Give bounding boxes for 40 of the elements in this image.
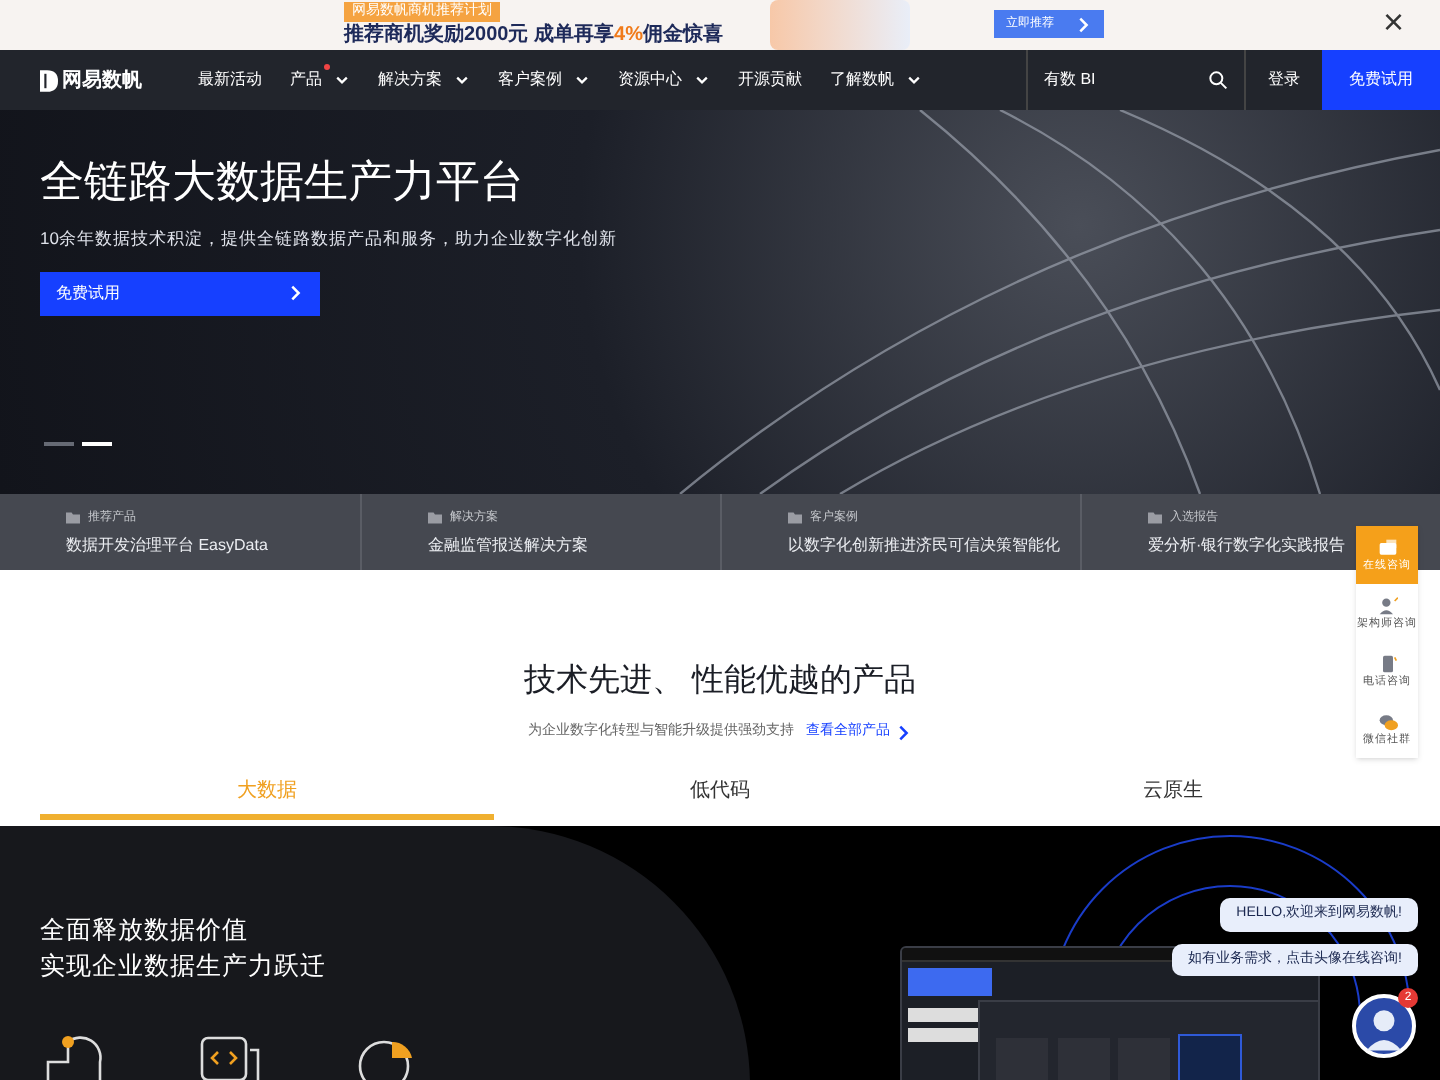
highlight-link[interactable]: 以数字化创新推进济民可信决策智能化 (788, 533, 1080, 555)
promo-headline: 推荐商机奖励2000元 成单再享4%佣金惊喜 (344, 22, 723, 48)
nav-link[interactable]: 资源中心 (618, 68, 710, 92)
hero-subtitle: 10余年数据技术积淀，提供全链路数据产品和服务，助力企业数字化创新 (40, 226, 617, 252)
tool-icon (1377, 653, 1397, 673)
logo-text[interactable]: 网易数帆 (62, 65, 142, 95)
chevron-down-icon (694, 72, 710, 88)
tool-icon (1377, 537, 1397, 557)
chevron-down-icon (334, 72, 350, 88)
product-tab[interactable]: 云原生 (946, 767, 1400, 819)
nav-link[interactable]: 开源贡献 (738, 68, 802, 92)
chevron-down-icon (454, 72, 470, 88)
tool-icon (1377, 595, 1397, 615)
free-trial-button[interactable]: 免费试用 (1322, 50, 1440, 110)
chevron-down-icon (906, 72, 922, 88)
code-window-icon (198, 1034, 262, 1080)
folder-icon (66, 512, 80, 524)
free-trial-button[interactable]: 免费试用 (40, 271, 320, 316)
carousel-indicator[interactable] (44, 442, 74, 446)
carousel-indicator[interactable] (82, 442, 112, 446)
folder-icon (788, 512, 802, 524)
nav-link[interactable]: 客户案例 (498, 68, 590, 92)
folder-icon (428, 512, 442, 524)
close-button[interactable]: × (1382, 2, 1404, 42)
nav-link[interactable]: 了解数帆 (830, 68, 922, 92)
logo-icon (40, 69, 58, 91)
search-icon (1208, 70, 1228, 90)
nav-link[interactable]: 解决方案 (378, 68, 470, 92)
highlight-link[interactable]: 金融监管报送解决方案 (428, 533, 720, 555)
tool-icon (1377, 711, 1397, 731)
nav-link[interactable]: 产品 (290, 68, 350, 92)
folder-icon (1148, 512, 1162, 524)
highlight-link[interactable]: 数据开发治理平台 EasyData (66, 533, 360, 555)
section-title: 技术先进、 性能优越的产品 (523, 661, 917, 702)
chevron-down-icon (574, 72, 590, 88)
feature-heading: 全面释放数据价值 (40, 914, 250, 948)
product-tab[interactable]: 低代码 (493, 767, 947, 819)
feature-heading: 实现企业数据生产力跃迁 (40, 950, 326, 984)
hero-title: 全链路大数据生产力平台 (40, 154, 524, 210)
nav-link[interactable]: 最新活动 (198, 68, 262, 92)
